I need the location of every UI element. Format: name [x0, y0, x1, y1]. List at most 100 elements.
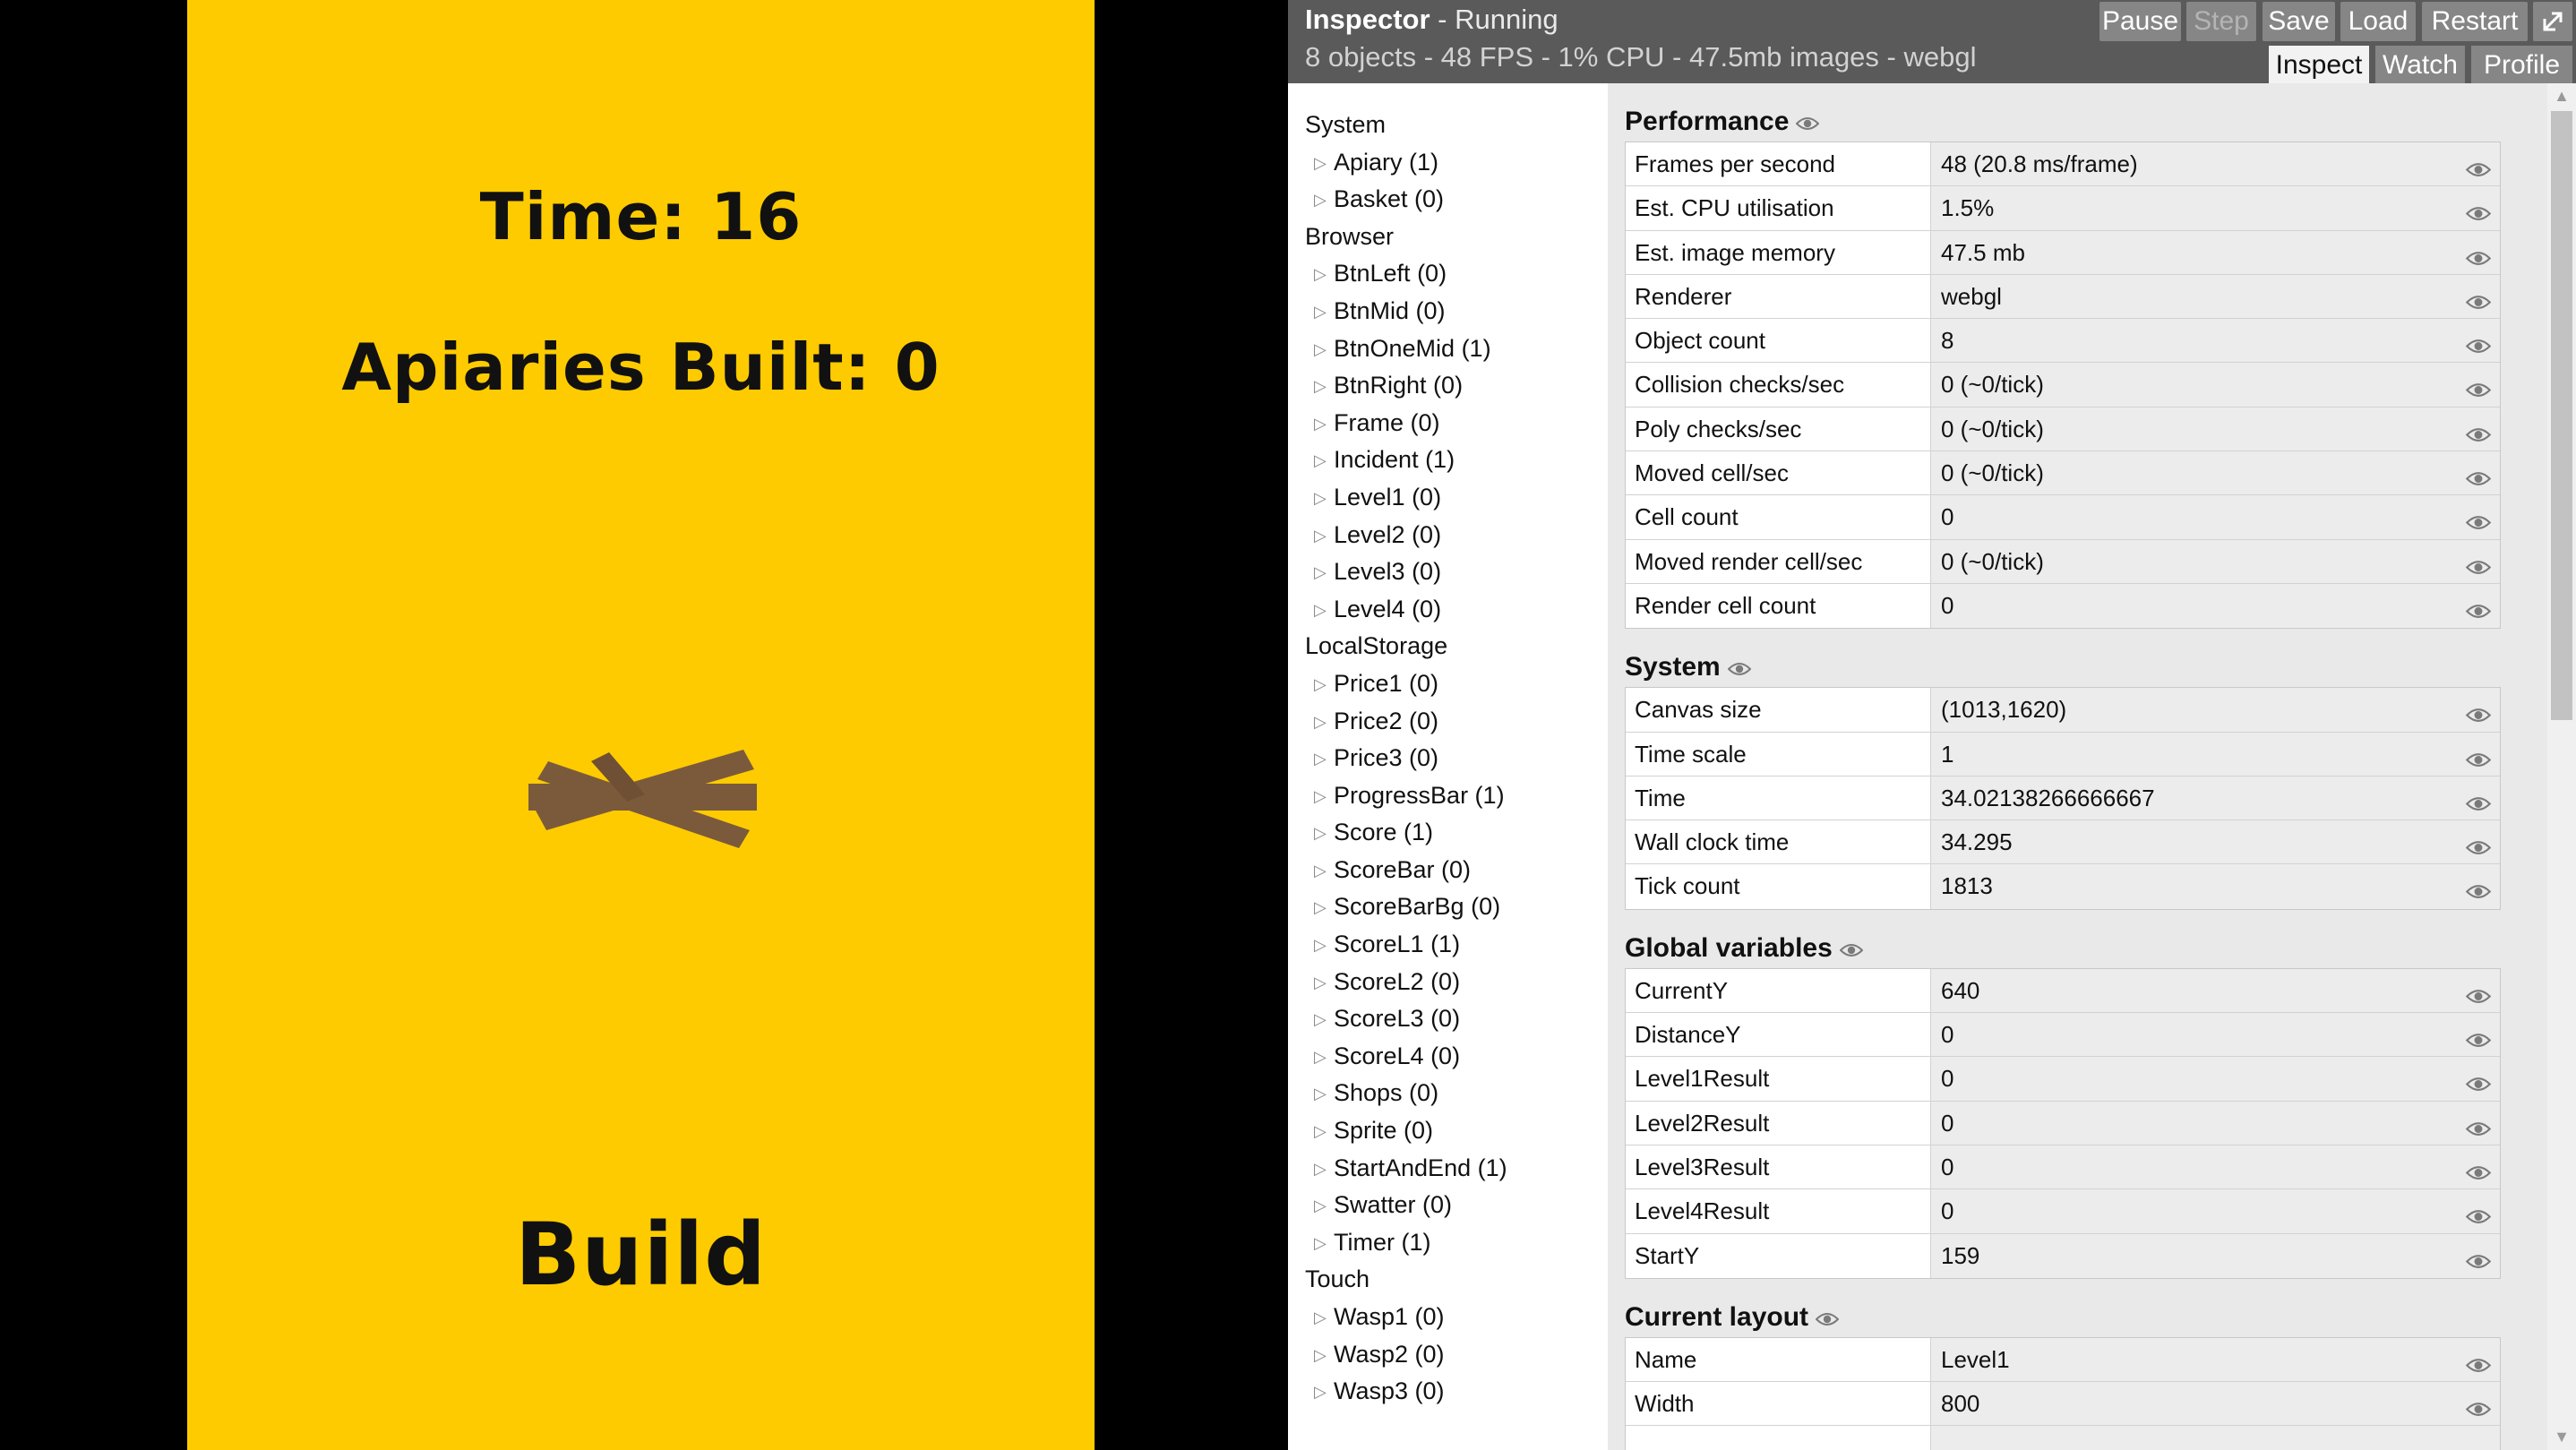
eye-icon[interactable] — [1839, 943, 1864, 957]
tree-item[interactable]: ▷ Level1 (0) — [1288, 479, 1608, 517]
tree-item[interactable]: ▷ Price2 (0) — [1288, 703, 1608, 741]
eye-icon[interactable] — [2465, 560, 2492, 575]
expand-arrow-icon[interactable]: ▷ — [1314, 1076, 1334, 1113]
watch-property-button[interactable] — [2465, 1395, 2492, 1423]
scroll-thumb[interactable] — [2551, 111, 2572, 720]
eye-icon[interactable] — [2465, 1209, 2492, 1224]
tree-item[interactable]: ▷ ScoreL4 (0) — [1288, 1038, 1608, 1076]
save-button[interactable]: Save — [2263, 2, 2335, 41]
game-canvas[interactable]: Time: 16 Apiaries Built: 0 Build — [187, 0, 1095, 1450]
eye-icon[interactable] — [1727, 662, 1752, 676]
tree-item[interactable]: ▷ Apiary (1) — [1288, 144, 1608, 182]
watch-property-button[interactable] — [2465, 509, 2492, 536]
tree-item[interactable]: ▷ ScoreL1 (1) — [1288, 926, 1608, 964]
expand-arrow-icon[interactable]: ▷ — [1314, 406, 1334, 443]
scroll-up-arrow[interactable]: ▲ — [2547, 87, 2576, 106]
expand-arrow-icon[interactable]: ▷ — [1314, 256, 1334, 294]
watch-property-button[interactable] — [2465, 982, 2492, 1010]
eye-icon[interactable] — [2465, 1254, 2492, 1269]
watch-property-button[interactable] — [2465, 200, 2492, 227]
eye-icon[interactable] — [2465, 1077, 2492, 1092]
watch-section-button[interactable] — [1839, 932, 1864, 966]
expand-arrow-icon[interactable]: ▷ — [1314, 927, 1334, 965]
expand-arrow-icon[interactable]: ▷ — [1314, 1188, 1334, 1225]
eye-icon[interactable] — [2465, 1033, 2492, 1048]
tree-item[interactable]: ▷ ScoreBarBg (0) — [1288, 888, 1608, 926]
tree-item[interactable]: ▷ Shops (0) — [1288, 1075, 1608, 1112]
watch-property-button[interactable] — [2465, 1159, 2492, 1187]
expand-arrow-icon[interactable]: ▷ — [1314, 480, 1334, 518]
tree-item[interactable]: ▷ BtnRight (0) — [1288, 367, 1608, 405]
watch-property-button[interactable] — [2465, 1248, 2492, 1275]
tree-item[interactable]: ▷ Wasp3 (0) — [1288, 1373, 1608, 1411]
expand-arrow-icon[interactable]: ▷ — [1314, 518, 1334, 555]
eye-icon[interactable] — [2465, 708, 2492, 723]
watch-property-button[interactable] — [2465, 834, 2492, 862]
tree-item[interactable]: ▷ Basket (0) — [1288, 181, 1608, 219]
expand-arrow-icon[interactable]: ▷ — [1314, 1300, 1334, 1337]
tree-item[interactable]: ▷ ProgressBar (1) — [1288, 777, 1608, 815]
eye-icon[interactable] — [2465, 295, 2492, 310]
watch-property-button[interactable] — [2465, 1115, 2492, 1143]
watch-section-button[interactable] — [1796, 106, 1820, 140]
expand-arrow-icon[interactable]: ▷ — [1314, 592, 1334, 630]
tab-profile[interactable]: Profile — [2471, 46, 2572, 83]
load-button[interactable]: Load — [2340, 2, 2416, 41]
tree-item[interactable]: ▷ BtnMid (0) — [1288, 293, 1608, 330]
expand-arrow-icon[interactable]: ▷ — [1314, 666, 1334, 704]
restart-button[interactable]: Restart — [2422, 2, 2528, 41]
tree-item[interactable]: ▷ Frame (0) — [1288, 405, 1608, 442]
tree-item[interactable]: ▷ ScoreL2 (0) — [1288, 964, 1608, 1001]
watch-property-button[interactable] — [2465, 288, 2492, 316]
expand-arrow-icon[interactable]: ▷ — [1314, 145, 1334, 183]
tree-item[interactable]: ▷ ScoreL3 (0) — [1288, 1000, 1608, 1038]
eye-icon[interactable] — [2465, 471, 2492, 486]
expand-arrow-icon[interactable]: ▷ — [1314, 853, 1334, 890]
expand-arrow-icon[interactable]: ▷ — [1314, 1039, 1334, 1077]
tree-item[interactable]: ▷ Timer (1) — [1288, 1224, 1608, 1262]
expand-arrow-icon[interactable]: ▷ — [1314, 1113, 1334, 1151]
tree-item[interactable]: ▷ Price1 (0) — [1288, 665, 1608, 703]
watch-property-button[interactable] — [2465, 553, 2492, 581]
build-button[interactable]: Build — [187, 1205, 1095, 1305]
watch-property-button[interactable] — [2465, 790, 2492, 818]
tree-item[interactable]: ▷ Level4 (0) — [1288, 591, 1608, 629]
expand-arrow-icon[interactable]: ▷ — [1314, 815, 1334, 853]
expand-arrow-icon[interactable]: ▷ — [1314, 1374, 1334, 1411]
tree-item[interactable]: ▷ Wasp2 (0) — [1288, 1336, 1608, 1374]
scrollbar[interactable]: ▲ ▼ — [2547, 83, 2576, 1450]
eye-icon[interactable] — [1815, 1312, 1840, 1326]
eye-icon[interactable] — [2465, 840, 2492, 855]
tree-item[interactable]: ▷ Price3 (0) — [1288, 740, 1608, 777]
tree-item[interactable]: ▷ Sprite (0) — [1288, 1112, 1608, 1150]
eye-icon[interactable] — [2465, 251, 2492, 266]
tree-item[interactable]: ▷ Level3 (0) — [1288, 553, 1608, 591]
watch-property-button[interactable] — [2465, 597, 2492, 625]
watch-property-button[interactable] — [2465, 376, 2492, 404]
step-button[interactable]: Step — [2186, 2, 2256, 41]
eye-icon[interactable] — [2465, 1402, 2492, 1417]
expand-arrow-icon[interactable]: ▷ — [1314, 442, 1334, 480]
expand-arrow-icon[interactable]: ▷ — [1314, 889, 1334, 927]
tab-inspect[interactable]: Inspect — [2269, 46, 2369, 83]
expand-arrow-icon[interactable]: ▷ — [1314, 182, 1334, 219]
expand-arrow-icon[interactable]: ▷ — [1314, 331, 1334, 369]
watch-section-button[interactable] — [1727, 651, 1752, 685]
watch-property-button[interactable] — [2465, 421, 2492, 449]
tree-item[interactable]: ▷ Swatter (0) — [1288, 1187, 1608, 1224]
watch-property-button[interactable] — [2465, 1203, 2492, 1231]
watch-property-button[interactable] — [2465, 465, 2492, 493]
popout-button[interactable] — [2533, 2, 2572, 41]
expand-arrow-icon[interactable]: ▷ — [1314, 368, 1334, 406]
expand-arrow-icon[interactable]: ▷ — [1314, 704, 1334, 742]
tree-item[interactable]: ▷ ScoreBar (0) — [1288, 852, 1608, 889]
eye-icon[interactable] — [2465, 884, 2492, 899]
eye-icon[interactable] — [2465, 796, 2492, 811]
tree-item[interactable]: ▷ Level2 (0) — [1288, 517, 1608, 554]
watch-property-button[interactable] — [2465, 1026, 2492, 1054]
expand-arrow-icon[interactable]: ▷ — [1314, 294, 1334, 331]
eye-icon[interactable] — [1796, 116, 1820, 131]
expand-arrow-icon[interactable]: ▷ — [1314, 965, 1334, 1002]
eye-icon[interactable] — [2465, 382, 2492, 398]
expand-arrow-icon[interactable]: ▷ — [1314, 1151, 1334, 1188]
